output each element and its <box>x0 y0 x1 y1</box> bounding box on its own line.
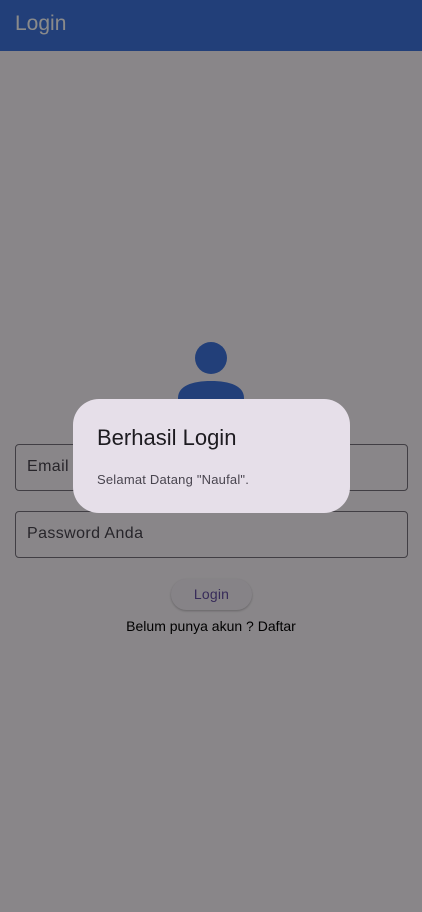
dialog-message: Selamat Datang "Naufal". <box>97 472 250 487</box>
dialog-title: Berhasil Login <box>97 425 237 450</box>
success-dialog: Berhasil Login Selamat Datang "Naufal". <box>73 399 350 513</box>
